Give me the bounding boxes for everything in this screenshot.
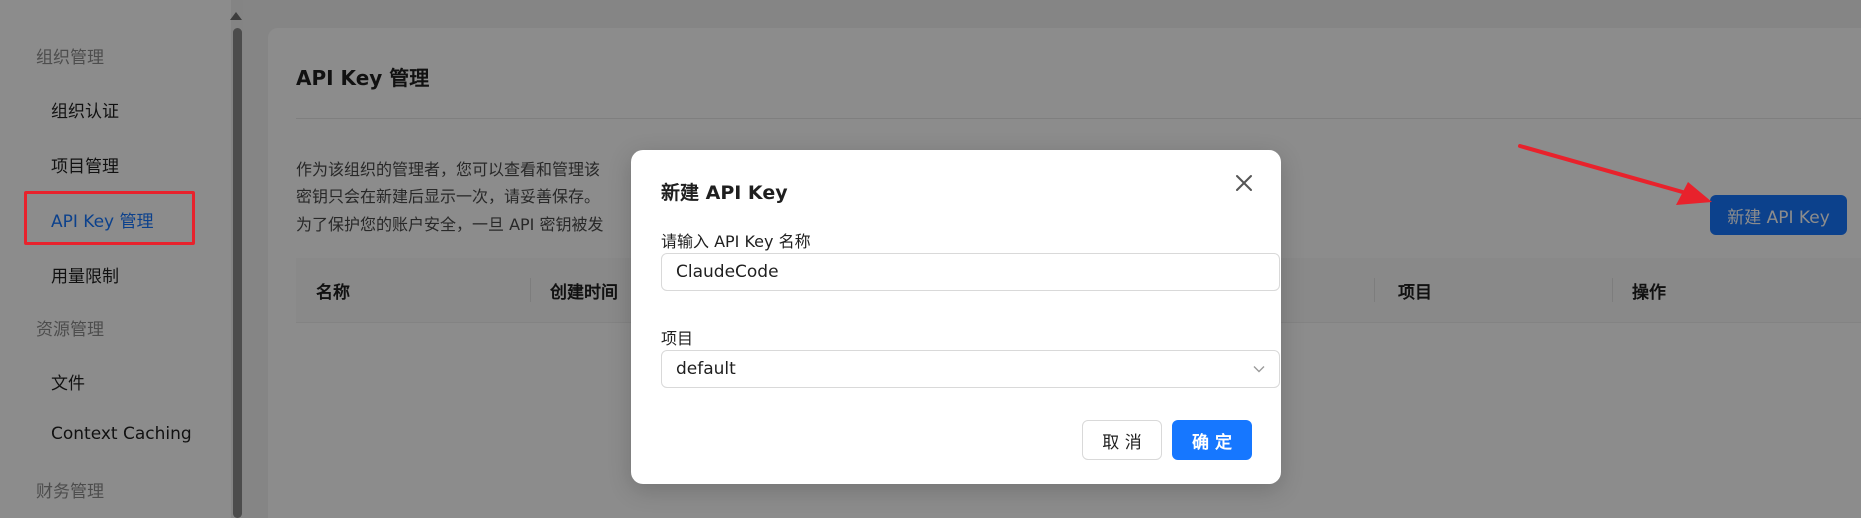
project-select[interactable]: default <box>661 350 1280 388</box>
project-label: 项目 <box>661 329 694 348</box>
confirm-button[interactable]: 确 定 <box>1172 420 1252 460</box>
api-key-name-input[interactable]: ClaudeCode <box>661 253 1280 291</box>
dialog-title: 新建 API Key <box>661 182 788 204</box>
project-select-value: default <box>676 359 736 379</box>
new-api-key-dialog: 新建 API Key 请输入 API Key 名称 ClaudeCode 项目 … <box>631 150 1281 484</box>
api-key-name-label: 请输入 API Key 名称 <box>661 232 811 251</box>
close-icon[interactable] <box>1233 172 1255 194</box>
arrow-shaft <box>1518 144 1688 195</box>
cancel-button[interactable]: 取 消 <box>1082 420 1162 460</box>
chevron-down-icon[interactable] <box>1253 363 1265 375</box>
